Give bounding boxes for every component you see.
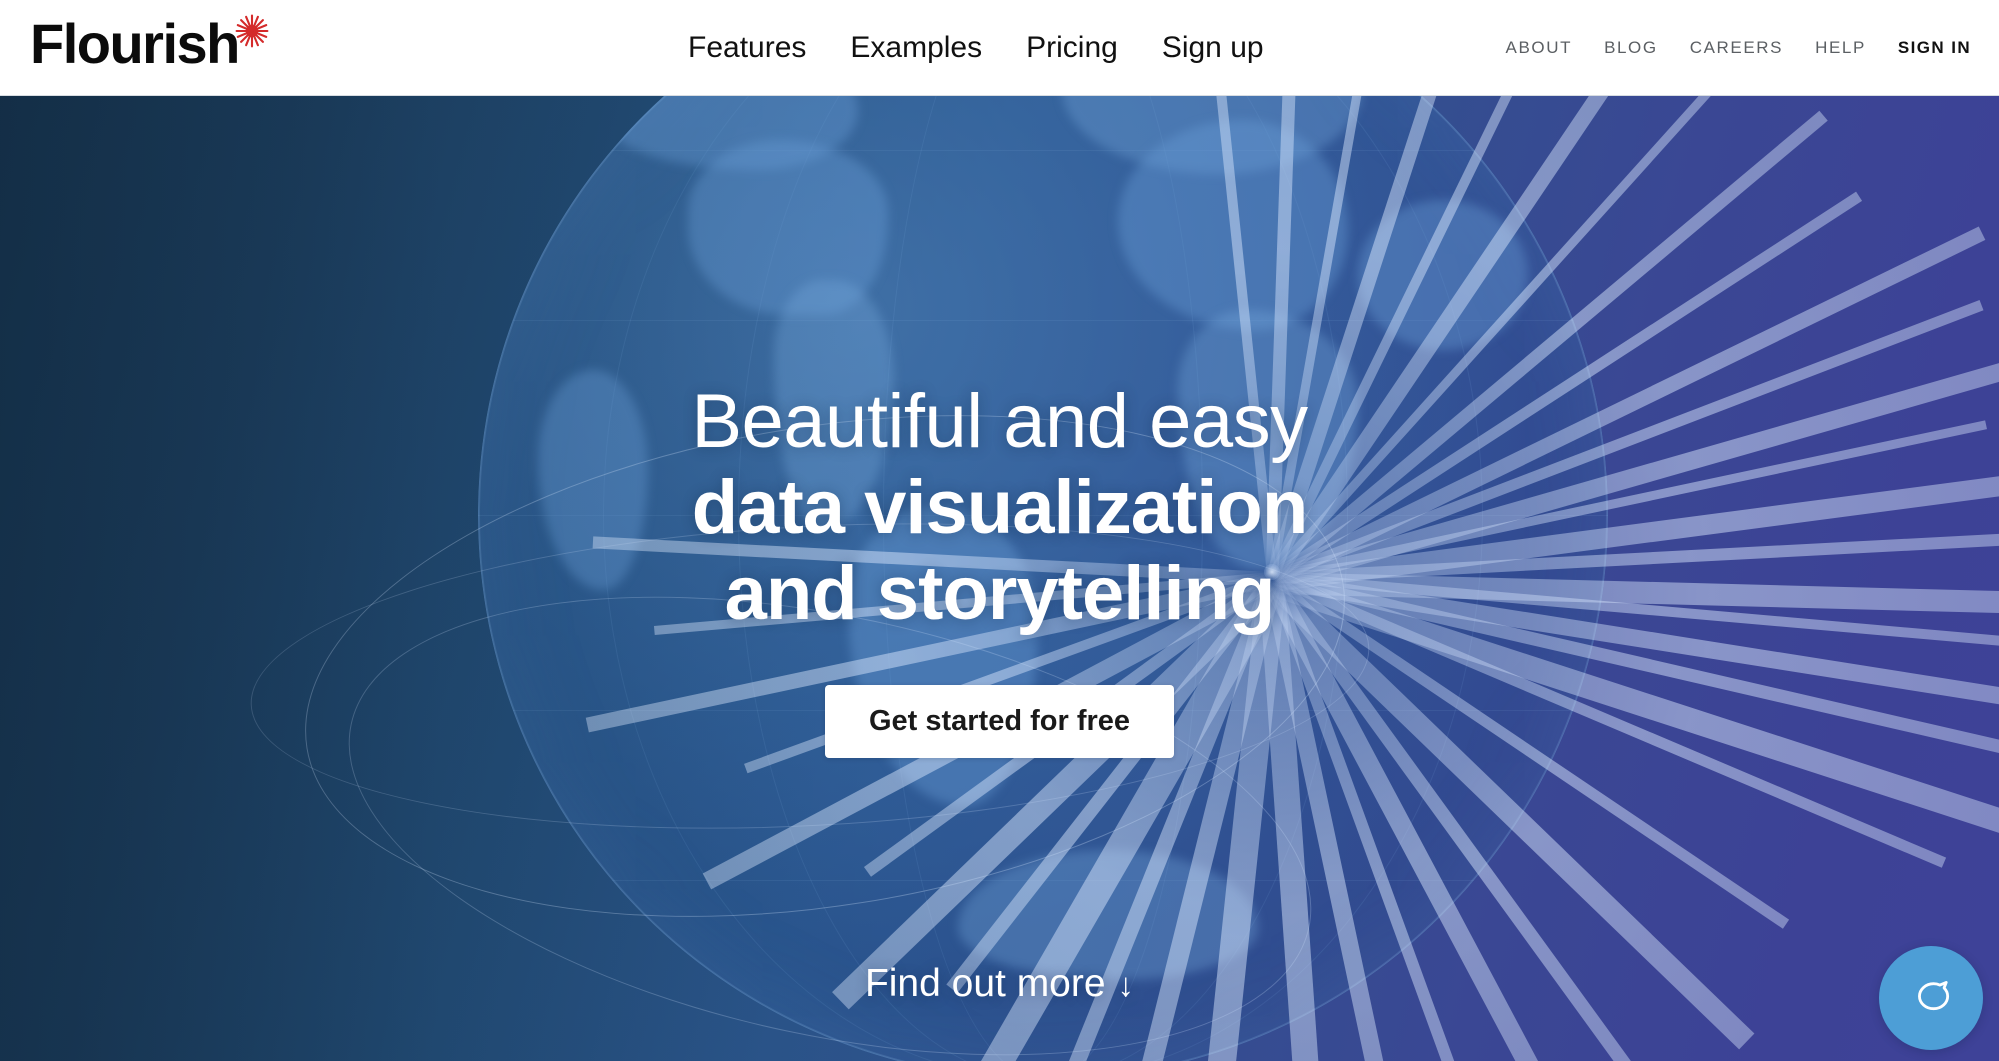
nav-item-blog[interactable]: BLOG [1604, 39, 1658, 56]
page-title: Beautiful and easy data visualization an… [691, 379, 1309, 637]
nav-item-features[interactable]: Features [688, 32, 806, 63]
brand-logo[interactable]: Flourish [30, 12, 269, 76]
nav-item-about[interactable]: ABOUT [1506, 39, 1573, 56]
site-header: Flourish Features Examples Pricing Sign … [0, 0, 1999, 96]
nav-item-examples[interactable]: Examples [850, 32, 982, 63]
brand-logo-text: Flourish [30, 12, 240, 75]
nav-item-pricing[interactable]: Pricing [1026, 32, 1118, 63]
primary-navigation: Features Examples Pricing Sign up [688, 0, 1264, 95]
page-root: Flourish Features Examples Pricing Sign … [0, 0, 1999, 1061]
hero-content: Beautiful and easy data visualization an… [0, 96, 1999, 1061]
help-chat-button[interactable] [1879, 946, 1983, 1050]
find-out-more-link[interactable]: Find out more ↓ [0, 962, 1999, 1006]
hero-section: Beautiful and easy data visualization an… [0, 96, 1999, 1061]
sign-in-link[interactable]: SIGN IN [1898, 39, 1971, 56]
nav-item-careers[interactable]: CAREERS [1690, 39, 1783, 56]
headline-line-3: and storytelling [724, 551, 1276, 636]
secondary-navigation: ABOUT BLOG CAREERS HELP SIGN IN [1506, 0, 1972, 95]
headline-line-2: data visualization [691, 465, 1309, 550]
nav-item-help[interactable]: HELP [1815, 39, 1866, 56]
find-out-more-label: Find out more [864, 962, 1106, 1005]
nav-item-sign-up[interactable]: Sign up [1162, 32, 1264, 63]
headline-line-1: Beautiful and easy [691, 379, 1308, 464]
arrow-down-icon: ↓ [1117, 966, 1135, 1003]
speech-bubble-icon [1907, 973, 1955, 1024]
get-started-button[interactable]: Get started for free [824, 685, 1175, 758]
red-starburst-icon [235, 14, 269, 48]
